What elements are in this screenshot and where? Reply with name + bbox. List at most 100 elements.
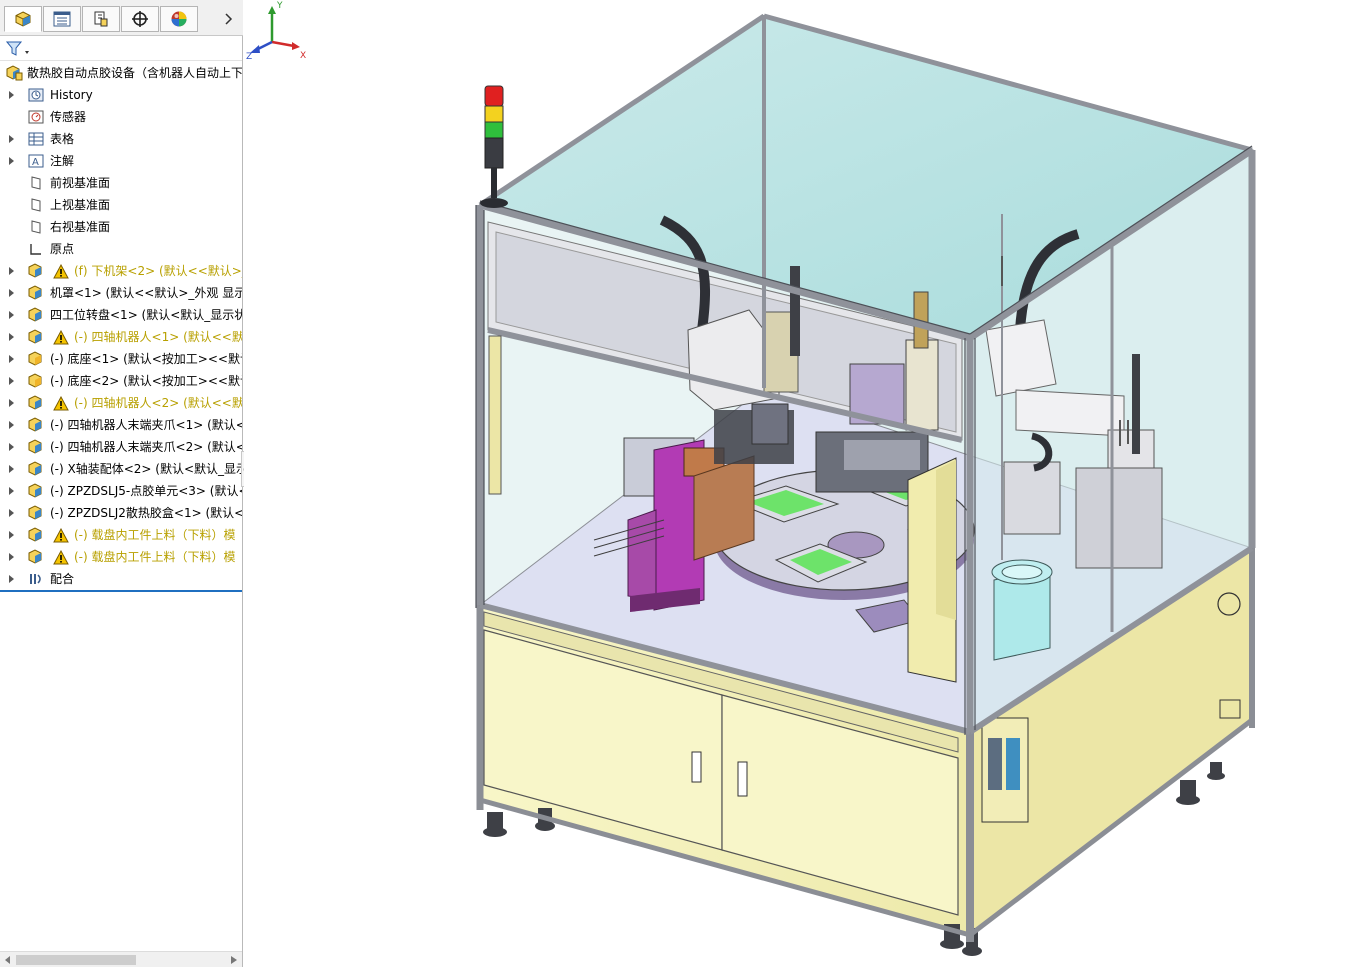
tree-item[interactable]: 右视基准面 [0,216,242,238]
configuration-manager-tab[interactable] [82,6,120,32]
subassembly-icon [27,483,45,499]
manager-tabbar [0,0,243,36]
tree-item[interactable]: 前视基准面 [0,172,242,194]
triad-y-label: Y [276,1,283,11]
subassembly-icon [27,505,45,521]
part-cube-icon [15,11,31,27]
sensor-icon [27,109,45,125]
expand-caret-icon[interactable] [7,486,17,496]
tree-item[interactable]: History [0,84,242,106]
tree-item-label: (-) 四轴机器人<2> (默认<<默 [74,396,242,410]
light-curtain [488,335,502,495]
expand-caret-icon[interactable] [7,266,17,276]
mates-icon [27,571,45,587]
tree-item[interactable]: 表格 [0,128,242,150]
tree-item-label: History [50,88,93,102]
tree-item[interactable]: 四工位转盘<1> (默认<默认_显示状 [0,304,242,326]
expand-caret-icon[interactable] [7,376,17,386]
property-manager-tab[interactable] [43,6,81,32]
expand-caret-icon[interactable] [7,354,17,364]
tree-item[interactable]: (-) 四轴机器人<2> (默认<<默 [0,392,242,414]
tree-end-marker [0,590,242,592]
tree-root-assembly[interactable]: 散热胶自动点胶设备（含机器人自动上下 [0,62,242,84]
expand-caret-icon[interactable] [7,530,17,540]
tree-item-label: 机罩<1> (默认<<默认>_外观 显示 [50,286,242,300]
tree-filter-row [0,37,242,61]
subassembly-icon [27,527,45,543]
expand-caret-icon[interactable] [7,134,17,144]
tree-item-label: (-) 底座<1> (默认<按加工><<默认 [50,352,242,366]
feature-manager-tab[interactable] [4,6,42,32]
graphics-area[interactable]: Y X Z [244,0,1357,967]
property-list-icon [53,11,71,27]
tree-item[interactable]: (-) 四轴机器人末端夹爪<1> (默认< [0,414,242,436]
scrollbar-thumb[interactable] [16,955,136,965]
filter-funnel-icon [6,41,29,56]
cad-model-view[interactable] [244,0,1357,967]
tree-item-label: (-) 四轴机器人<1> (默认<<默 [74,330,242,344]
tree-item-label: (-) X轴装配体<2> (默认<默认_显示 [50,462,242,476]
tree-item-label: (-) 载盘内工件上料（下料）模 [74,528,236,542]
expand-caret-icon[interactable] [7,574,17,584]
expand-caret-icon[interactable] [7,398,17,408]
tree-filter-button[interactable] [6,40,34,58]
crosshair-icon [132,11,148,27]
expand-caret-icon[interactable] [7,420,17,430]
history-icon [27,87,45,103]
tree-item[interactable]: 原点 [0,238,242,260]
tree-item-label: (-) 四轴机器人末端夹爪<1> (默认< [50,418,242,432]
tree-item[interactable]: 机罩<1> (默认<<默认>_外观 显示 [0,282,242,304]
tree-item[interactable]: (-) 底座<1> (默认<按加工><<默认 [0,348,242,370]
subassembly-icon [27,285,45,301]
subassembly-icon [27,549,45,565]
expand-caret-icon[interactable] [7,310,17,320]
tree-item[interactable]: 上视基准面 [0,194,242,216]
tree-item[interactable]: (-) ZPZDSLJ2散热胶盒<1> (默认<持 [0,502,242,524]
tree-item[interactable]: (-) 载盘内工件上料（下料）模 [0,524,242,546]
tree-item-label: 传感器 [50,110,87,124]
plane-icon [27,219,45,235]
tree-item-label: (-) 载盘内工件上料（下料）模 [74,550,236,564]
tree-item[interactable]: (-) 四轴机器人末端夹爪<2> (默认< [0,436,242,458]
tree-item[interactable]: (-) 载盘内工件上料（下料）模 [0,546,242,568]
part-icon [27,351,45,367]
tree-item[interactable]: (-) ZPZDSLJ5-点胶单元<3> (默认< [0,480,242,502]
origin-icon [27,241,45,257]
dimxpert-manager-tab[interactable] [121,6,159,32]
scroll-right-arrow-icon[interactable] [228,954,240,966]
expand-caret-icon[interactable] [7,508,17,518]
expand-caret-icon[interactable] [7,90,17,100]
tree-item[interactable]: 传感器 [0,106,242,128]
plane-icon [27,175,45,191]
expand-caret-icon[interactable] [7,552,17,562]
display-manager-tab[interactable] [160,6,198,32]
tree-item-label: (-) 四轴机器人末端夹爪<2> (默认< [50,440,242,454]
tree-item[interactable]: 配合 [0,568,242,590]
configuration-icon [94,11,108,27]
expand-caret-icon[interactable] [7,332,17,342]
tree-item[interactable]: (-) X轴装配体<2> (默认<默认_显示 [0,458,242,480]
chevron-right-icon [225,13,233,25]
triad-z-label: Z [246,52,252,60]
expand-caret-icon[interactable] [7,156,17,166]
tree-item[interactable]: (f) 下机架<2> (默认<<默认>_ [0,260,242,282]
expand-caret-icon[interactable] [7,288,17,298]
svg-text:A: A [32,157,39,168]
tree-horizontal-scrollbar[interactable] [0,951,242,967]
expand-caret-icon[interactable] [7,464,17,474]
scroll-left-arrow-icon[interactable] [2,954,14,966]
tree-item-label: 上视基准面 [50,198,111,212]
subassembly-icon [27,307,45,323]
tree-item-label: 右视基准面 [50,220,111,234]
tree-item-label: 前视基准面 [50,176,111,190]
appearance-ball-icon [171,11,187,27]
expand-caret-icon[interactable] [7,442,17,452]
warning-icon [52,329,70,345]
tree-item[interactable]: (-) 底座<2> (默认<按加工><<默认 [0,370,242,392]
subassembly-icon [27,439,45,455]
warning-icon [52,395,70,411]
tree-item-label: (-) 底座<2> (默认<按加工><<默认 [50,374,242,388]
tree-item[interactable]: (-) 四轴机器人<1> (默认<<默 [0,326,242,348]
tab-scroll-right-button[interactable] [222,12,236,26]
tree-item[interactable]: A 注解 [0,150,242,172]
